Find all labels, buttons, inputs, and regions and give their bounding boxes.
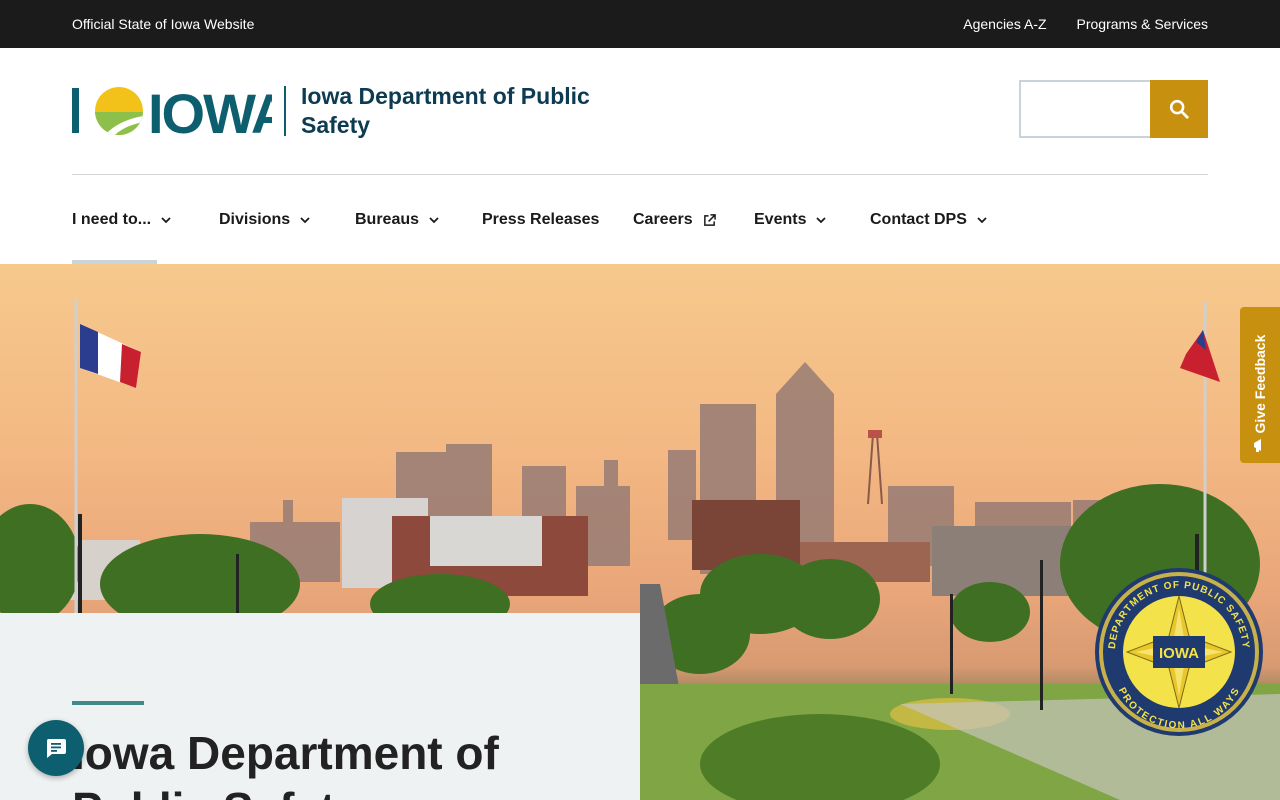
nav-label: Bureaus — [355, 211, 420, 228]
dps-seal: IOWA DEPARTMENT OF PUBLIC SAFETY PROTECT… — [1095, 568, 1263, 736]
external-link-icon — [703, 213, 716, 226]
seal-center-text: IOWA — [1159, 645, 1199, 662]
nav-press-releases[interactable]: Press Releases — [482, 211, 599, 229]
chevron-down-icon — [300, 216, 310, 223]
page-title: Iowa Department of Public Safety — [72, 727, 499, 800]
chevron-down-icon — [816, 216, 827, 223]
nav-bureaus[interactable]: Bureaus — [355, 211, 439, 229]
nav-contact-dps[interactable]: Contact DPS — [870, 211, 987, 229]
intro-card: Iowa Department of Public Safety — [0, 613, 640, 800]
nav-label: Careers — [633, 211, 693, 228]
chevron-down-icon — [161, 216, 171, 223]
nav-label: Contact DPS — [870, 211, 967, 228]
topbar-links: Agencies A-Z Programs & Services — [963, 16, 1208, 32]
main-navigation: I need to... Divisions Bureaus Press Rel… — [0, 175, 1280, 264]
agencies-a-z-link[interactable]: Agencies A-Z — [963, 16, 1046, 32]
nav-label: Press Releases — [482, 211, 600, 228]
nav-divisions[interactable]: Divisions — [219, 211, 310, 229]
give-feedback-tab[interactable]: Give Feedback — [1240, 307, 1280, 463]
chat-button[interactable] — [28, 720, 84, 776]
intro-accent-bar — [72, 701, 144, 705]
nav-i-need-to[interactable]: I need to... — [72, 211, 171, 229]
iowa-logo[interactable]: IOWA — [72, 86, 272, 138]
official-site-label: Official State of Iowa Website — [72, 16, 255, 32]
official-banner: Official State of Iowa Website Agencies … — [0, 0, 1280, 48]
chevron-down-icon — [429, 216, 439, 223]
programs-services-link[interactable]: Programs & Services — [1077, 16, 1208, 32]
site-header: IOWA Iowa Department of Public Safety — [0, 48, 1280, 174]
chevron-down-icon — [977, 216, 987, 223]
department-name[interactable]: Iowa Department of Public Safety — [301, 82, 641, 140]
nav-label: Divisions — [219, 211, 291, 228]
search-icon — [1169, 99, 1189, 119]
chat-icon — [46, 739, 66, 758]
nav-label: Events — [754, 211, 807, 228]
search-button[interactable] — [1150, 80, 1208, 138]
megaphone-icon — [1254, 439, 1261, 452]
search-input[interactable] — [1019, 80, 1151, 138]
nav-label: I need to... — [72, 211, 152, 228]
nav-careers[interactable]: Careers — [633, 211, 716, 229]
nav-events[interactable]: Events — [754, 211, 827, 229]
give-feedback-label: Give Feedback — [1252, 334, 1268, 434]
logo-wordmark: IOWA — [148, 86, 272, 138]
logo-divider — [284, 86, 286, 136]
